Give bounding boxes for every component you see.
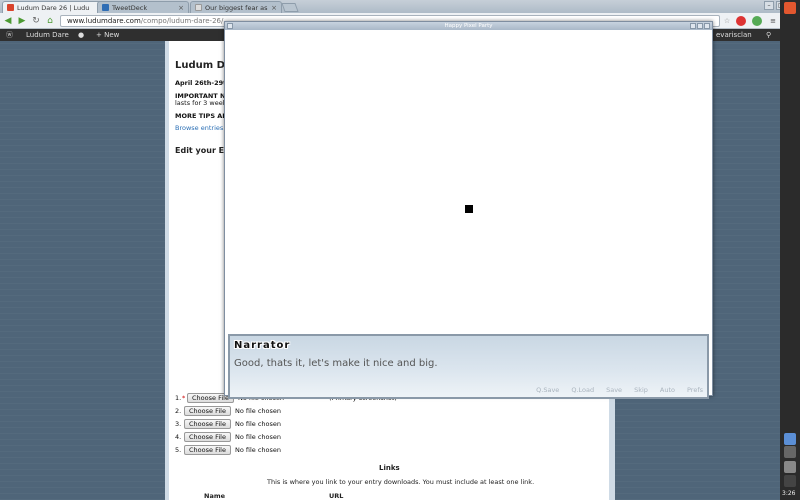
links-name-column-header: Name xyxy=(204,492,226,500)
system-clock[interactable]: 3:26 xyxy=(782,490,795,497)
tab-tweetdeck[interactable]: TweetDeck × xyxy=(97,1,189,13)
file-status: No file chosen xyxy=(234,420,281,428)
back-arrow-icon[interactable]: ◀ xyxy=(2,15,14,27)
prefs-button[interactable]: Prefs xyxy=(687,386,703,394)
extension-green-icon[interactable] xyxy=(752,16,762,26)
tweetdeck-favicon-icon xyxy=(102,4,109,11)
menu-hamburger-icon[interactable]: ≡ xyxy=(768,16,778,26)
auto-button[interactable]: Auto xyxy=(660,386,675,394)
event-dates: April 26th-29th xyxy=(175,79,231,87)
close-tab-icon[interactable]: × xyxy=(271,4,277,12)
close-tab-icon[interactable]: × xyxy=(178,4,184,12)
forward-arrow-icon[interactable]: ▶ xyxy=(16,15,28,27)
dialogue-text: Good, thats it, let's make it nice and b… xyxy=(234,358,438,369)
comments-icon[interactable]: ● xyxy=(78,29,84,41)
tab-ludum-dare[interactable]: Ludum Dare 26 | Ludu × xyxy=(2,1,110,13)
game-window-titlebar[interactable]: Happy Pixel Party xyxy=(225,22,712,30)
game-close-button[interactable] xyxy=(704,23,710,29)
choose-file-button[interactable]: Choose File xyxy=(184,419,231,429)
browser-tab-strip: Ludum Dare 26 | Ludu × TweetDeck × Our b… xyxy=(0,0,800,13)
extension-red-icon[interactable] xyxy=(736,16,746,26)
battery-tray-icon[interactable] xyxy=(784,475,796,487)
bookmark-star-icon[interactable]: ☆ xyxy=(722,16,732,26)
choose-file-button[interactable]: Choose File xyxy=(184,445,231,455)
reload-icon[interactable]: ↻ xyxy=(30,15,42,27)
wifi-tray-icon[interactable] xyxy=(784,461,796,473)
row-number: 5. xyxy=(175,446,182,454)
choose-file-button[interactable]: Choose File xyxy=(184,432,231,442)
window-menu-icon[interactable] xyxy=(227,23,233,29)
minimize-button[interactable]: – xyxy=(764,1,774,10)
links-heading: Links xyxy=(379,464,400,472)
screenshot-upload-row-5: 5. Choose File No file chosen xyxy=(175,445,281,455)
home-icon[interactable]: ⌂ xyxy=(44,15,56,27)
tab-title: Our biggest fear as a c xyxy=(205,3,268,12)
quick-save-button[interactable]: Q.Save xyxy=(536,386,559,394)
choose-file-button[interactable]: Choose File xyxy=(184,406,231,416)
ludum-dare-favicon-icon xyxy=(7,4,14,11)
row-number: 3. xyxy=(175,420,182,428)
checkmark-tray-icon[interactable] xyxy=(784,446,796,458)
links-description: This is where you link to your entry dow… xyxy=(267,478,535,486)
pixel-sprite xyxy=(465,205,473,213)
skip-button[interactable]: Skip xyxy=(634,386,648,394)
user-account-link[interactable]: evarisclan xyxy=(716,29,752,41)
row-number: 2. xyxy=(175,407,182,415)
new-content-link[interactable]: + New xyxy=(96,29,119,41)
game-window-title: Happy Pixel Party xyxy=(444,23,493,29)
quick-load-button[interactable]: Q.Load xyxy=(571,386,594,394)
browse-entries-link[interactable]: Browse entries. xyxy=(175,124,225,132)
game-maximize-button[interactable] xyxy=(697,23,703,29)
screenshot-upload-row-2: 2. Choose File No file chosen xyxy=(175,406,281,416)
file-status: No file chosen xyxy=(234,446,281,454)
file-status: No file chosen xyxy=(234,407,281,415)
screenshot-upload-row-3: 3. Choose File No file chosen xyxy=(175,419,281,429)
new-tab-button[interactable] xyxy=(281,3,299,12)
url-host: www.ludumdare.com xyxy=(67,17,141,25)
site-name-link[interactable]: Ludum Dare xyxy=(26,29,69,41)
save-button[interactable]: Save xyxy=(606,386,622,394)
url-path: /compo/ludum-dare-26/ xyxy=(140,17,224,25)
links-url-column-header: URL xyxy=(329,492,344,500)
wordpress-logo-icon[interactable]: ⓦ xyxy=(6,29,13,41)
dialogue-box[interactable]: Narrator Good, thats it, let's make it n… xyxy=(228,334,709,399)
game-window: Happy Pixel Party Narrator Good, thats i… xyxy=(224,21,713,399)
search-icon[interactable]: ⚲ xyxy=(766,29,771,41)
page-favicon-icon xyxy=(195,4,202,11)
tab-title: Ludum Dare 26 | Ludu xyxy=(17,3,90,12)
tab-article[interactable]: Our biggest fear as a c × xyxy=(190,1,282,13)
game-window-controls xyxy=(690,23,710,29)
game-canvas[interactable]: Narrator Good, thats it, let's make it n… xyxy=(225,30,712,399)
row-number: 4. xyxy=(175,433,182,441)
quick-menu: Q.Save Q.Load Save Skip Auto Prefs xyxy=(536,386,703,394)
speaker-name: Narrator xyxy=(234,340,291,351)
important-notice-detail: lasts for 3 weeks xyxy=(175,99,230,107)
file-status: No file chosen xyxy=(234,433,281,441)
shield-tray-icon[interactable] xyxy=(784,433,796,445)
tab-title: TweetDeck xyxy=(112,3,148,12)
game-minimize-button[interactable] xyxy=(690,23,696,29)
search-app-icon[interactable] xyxy=(784,2,796,14)
screenshot-upload-row-4: 4. Choose File No file chosen xyxy=(175,432,281,442)
desktop-taskbar: 3:26 xyxy=(780,0,800,500)
